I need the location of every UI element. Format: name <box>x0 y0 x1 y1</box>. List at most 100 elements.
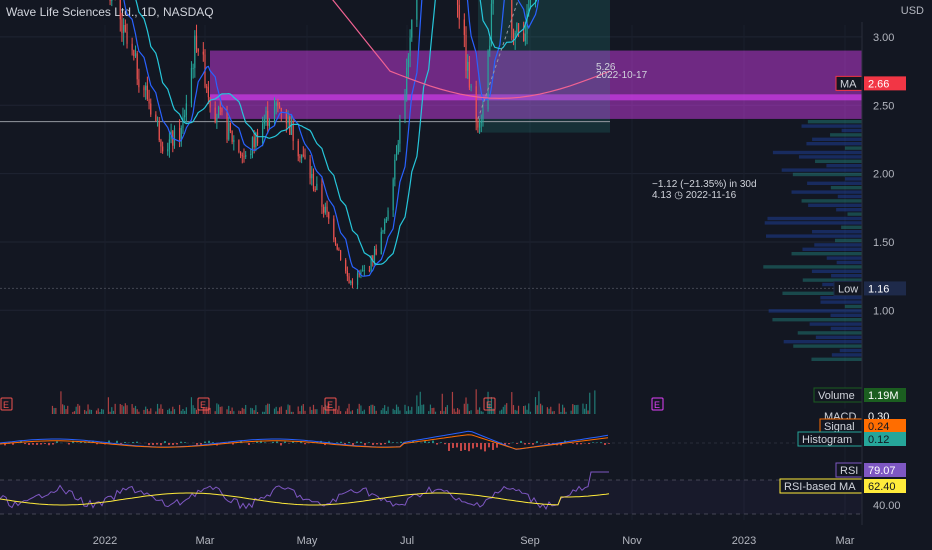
candle <box>350 281 352 283</box>
volume-profile-bar <box>820 296 862 300</box>
macd-histogram-bar <box>184 442 186 443</box>
volume-bar <box>323 406 325 414</box>
volume-bar <box>314 409 316 414</box>
volume-bar <box>182 408 184 414</box>
volume-bar <box>299 411 301 414</box>
volume-profile-bar <box>807 181 862 185</box>
time-axis-tick: Sep <box>520 535 540 547</box>
candle <box>362 270 364 272</box>
candle <box>273 106 276 122</box>
volume-bar <box>126 405 128 414</box>
candle <box>338 249 340 251</box>
time-axis-tick: Mar <box>196 535 215 547</box>
volume-bar <box>356 408 359 414</box>
volume-bar <box>548 408 550 414</box>
candle <box>321 183 323 207</box>
volume-bar <box>114 403 116 414</box>
macd-histogram-bar <box>448 443 450 451</box>
candle <box>336 244 338 250</box>
volume-bar <box>421 404 423 414</box>
volume-tag-value: 1.19M <box>868 390 899 402</box>
macd-histogram-bar <box>336 442 338 443</box>
rsi-band <box>0 480 862 514</box>
volume-bar <box>111 407 113 414</box>
volume-bar <box>155 411 157 414</box>
candle <box>206 86 208 88</box>
macd-histogram-bar <box>528 443 530 445</box>
volume-bar <box>143 409 145 414</box>
volume-bar <box>492 408 494 414</box>
candle <box>399 119 401 144</box>
volume-bar <box>560 411 562 414</box>
candle <box>392 179 394 211</box>
volume-bar <box>499 410 501 414</box>
candle <box>195 35 198 49</box>
volume-bar <box>290 411 293 414</box>
rsi-axis-tick: 40.00 <box>873 500 901 512</box>
candle <box>219 107 221 109</box>
volume-bar <box>433 407 435 414</box>
volume-bar <box>275 406 277 414</box>
volume-bar <box>340 411 342 414</box>
macd-histogram-bar <box>28 443 30 445</box>
volume-bar <box>124 403 126 414</box>
candle <box>492 0 494 4</box>
volume-profile-bar <box>812 137 862 141</box>
volume-bar <box>392 408 394 414</box>
candle <box>148 99 150 104</box>
volume-bar <box>440 410 442 414</box>
candle <box>233 140 235 142</box>
volume-bar <box>575 405 577 414</box>
macd-histogram-bar <box>604 443 606 445</box>
macd-histogram-bar <box>472 443 474 449</box>
volume-bar <box>219 406 221 414</box>
candle <box>309 159 311 179</box>
volume-profile-bar <box>815 335 862 339</box>
volume-profile-bar <box>826 256 862 260</box>
candle <box>395 153 398 160</box>
chart-stage[interactable]: Wave Life Sciences Ltd., 1D, NASDAQ USD … <box>0 0 932 550</box>
volume-bar <box>121 404 123 414</box>
candle <box>143 87 145 91</box>
volume-bar <box>62 404 64 414</box>
candle <box>277 102 279 106</box>
volume-bar <box>233 411 235 414</box>
volume-bar <box>582 403 584 414</box>
volume-bar <box>243 408 245 414</box>
volume-bar <box>255 405 257 414</box>
candle <box>397 143 399 154</box>
candle <box>467 61 469 71</box>
price-chart-svg[interactable]: 5.262022-10-17−1.12 (−21.35%) in 30d4.13… <box>0 0 932 550</box>
volume-profile-bar <box>811 269 862 273</box>
volume-bar <box>321 405 323 414</box>
candle <box>333 218 335 240</box>
candle <box>348 276 350 283</box>
candle <box>146 85 148 100</box>
macd-histogram-bar <box>304 443 306 445</box>
macd-histogram-bar <box>392 442 394 443</box>
candle <box>482 109 484 121</box>
volume-bar <box>358 403 360 414</box>
candle <box>216 117 218 123</box>
volume-bar <box>451 391 454 414</box>
volume-bar <box>541 405 543 414</box>
candle <box>231 130 233 142</box>
candle <box>150 103 152 115</box>
macd-histogram-bar <box>356 441 358 443</box>
volume-bar <box>158 408 160 414</box>
time-axis-tick: Mar <box>836 535 855 547</box>
time-axis-tick: May <box>297 535 318 547</box>
volume-bar <box>192 405 194 414</box>
macd-histogram-bar <box>44 443 46 444</box>
candle <box>251 137 254 154</box>
candle <box>290 121 293 135</box>
time-axis-tick: Jul <box>400 535 414 547</box>
volume-profile-bar <box>809 322 862 326</box>
volume-profile-bar <box>793 344 862 348</box>
volume-bar <box>268 403 270 414</box>
volume-profile-bar <box>834 238 862 243</box>
macd-histogram-bar <box>56 441 58 443</box>
macd-histogram-bar <box>204 441 206 443</box>
volume-profile-bar <box>841 225 862 229</box>
low-tag-label: Low <box>838 283 858 295</box>
